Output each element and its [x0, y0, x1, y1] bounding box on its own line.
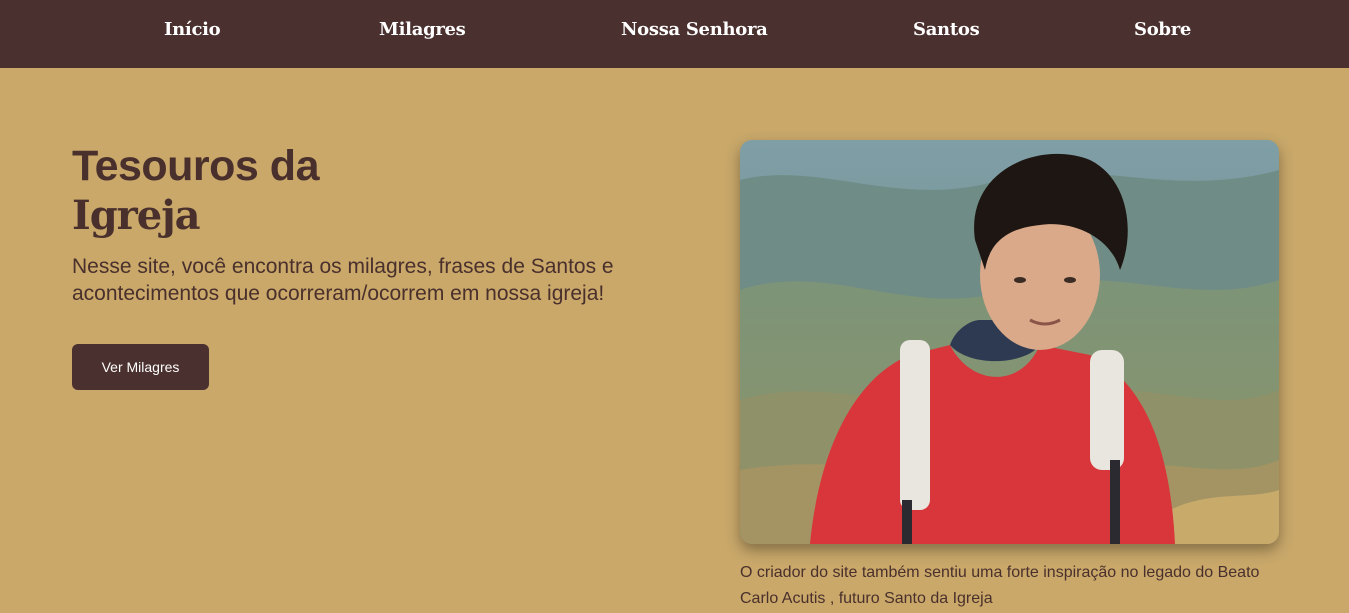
nav-link-inicio[interactable]: Início: [164, 19, 221, 40]
portrait-image: [740, 140, 1279, 544]
nav-link-santos[interactable]: Santos: [913, 19, 980, 40]
hero-title-line2: Igreja: [72, 192, 201, 239]
nav-link-nossa-senhora[interactable]: Nossa Senhora: [621, 19, 768, 40]
feature-photo: [740, 140, 1279, 544]
nav-link-milagres[interactable]: Milagres: [379, 19, 466, 40]
top-navbar: Início Milagres Nossa Senhora Santos Sob…: [0, 0, 1349, 68]
hero-subtitle: Nesse site, você encontra os milagres, f…: [72, 255, 614, 305]
nav-link-sobre[interactable]: Sobre: [1134, 19, 1191, 40]
ver-milagres-button[interactable]: Ver Milagres: [72, 344, 209, 390]
hero-title-line1: Tesouros da: [72, 142, 319, 190]
photo-caption: O criador do site também sentiu uma fort…: [740, 564, 1260, 607]
